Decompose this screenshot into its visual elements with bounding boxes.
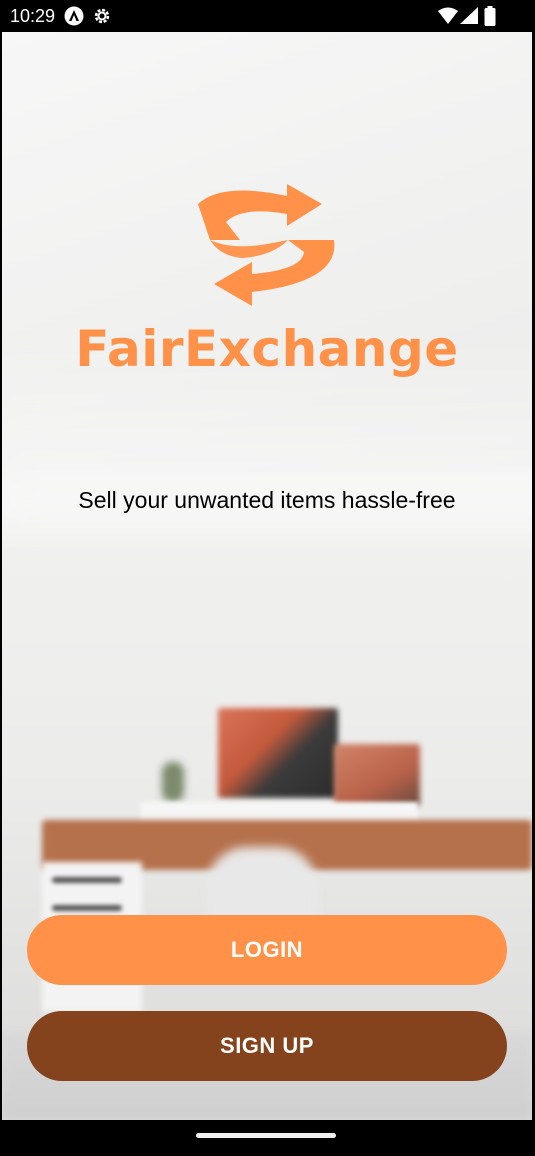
phone-frame: 10:29 FairExchange Sell your unwanted it… bbox=[0, 0, 535, 1156]
system-nav-bar bbox=[0, 1120, 535, 1156]
app-notification-icon bbox=[64, 6, 84, 31]
status-time: 10:29 bbox=[10, 6, 56, 26]
battery-icon bbox=[484, 6, 496, 31]
signup-button[interactable]: SIGN UP bbox=[27, 1011, 507, 1081]
welcome-screen: FairExchange Sell your unwanted items ha… bbox=[2, 32, 532, 1120]
background-drawer-handle bbox=[52, 905, 122, 911]
signal-icon bbox=[460, 7, 478, 30]
exchange-arrows-icon bbox=[198, 184, 335, 306]
app-name: FairExchange bbox=[75, 320, 459, 378]
background-laptop bbox=[334, 744, 420, 806]
background-monitor bbox=[218, 708, 338, 798]
home-gesture-pill[interactable] bbox=[196, 1133, 336, 1138]
wifi-icon bbox=[438, 7, 458, 30]
background-plant bbox=[162, 762, 184, 802]
brand-logo: FairExchange bbox=[2, 182, 532, 412]
login-button[interactable]: LOGIN bbox=[27, 915, 507, 985]
tagline: Sell your unwanted items hassle-free bbox=[78, 487, 456, 513]
background-drawer-handle bbox=[52, 877, 122, 883]
settings-gear-icon bbox=[92, 6, 112, 31]
status-bar: 10:29 bbox=[0, 0, 535, 32]
